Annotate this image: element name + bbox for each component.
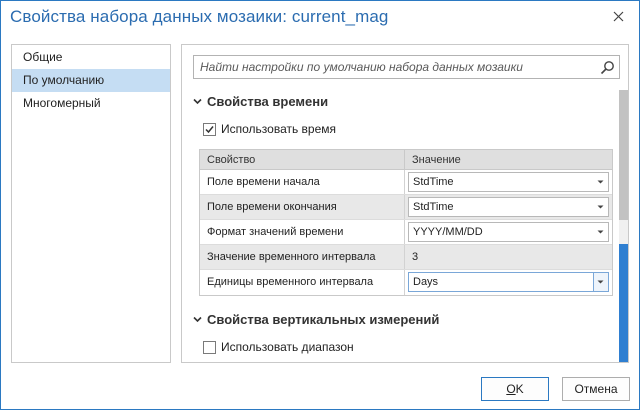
- value-cell[interactable]: 3: [405, 245, 612, 269]
- value-cell: YYYY/MM/DD: [405, 220, 612, 244]
- property-time-format: Формат значений времени: [200, 220, 405, 244]
- search-box: [193, 55, 620, 79]
- value-cell: StdTime: [405, 195, 612, 219]
- dropdown-arrow-icon: [597, 180, 604, 184]
- property-end-time-field: Поле времени окончания: [200, 195, 405, 219]
- end-time-field-value: StdTime: [413, 201, 454, 213]
- end-time-field-select[interactable]: StdTime: [408, 197, 609, 217]
- use-range-label: Использовать диапазон: [221, 340, 354, 354]
- settings-pane: Свойства времени Использовать время Свой…: [181, 44, 629, 363]
- ok-label-rest: K: [515, 382, 524, 396]
- grid-header: Свойство Значение: [200, 150, 612, 170]
- nav-item-defaults[interactable]: По умолчанию: [12, 69, 170, 92]
- scrollbar-track-upper: [619, 90, 628, 220]
- table-row: Формат значений времени YYYY/MM/DD: [200, 220, 612, 245]
- ok-button[interactable]: OK: [481, 377, 549, 401]
- time-interval-units-select[interactable]: Days: [408, 272, 609, 292]
- dropdown-arrow-icon: [597, 280, 604, 284]
- property-time-interval-units: Единицы временного интервала: [200, 270, 405, 295]
- property-start-time-field: Поле времени начала: [200, 170, 405, 194]
- value-cell: Days: [405, 270, 612, 295]
- table-row: Значение временного интервала 3: [200, 245, 612, 270]
- use-range-checkbox-row[interactable]: Использовать диапазон: [203, 338, 354, 356]
- grid-header-value: Значение: [412, 154, 461, 166]
- chevron-down-icon: [193, 98, 202, 104]
- time-section-title: Свойства времени: [207, 93, 329, 109]
- use-time-checkbox[interactable]: [203, 122, 216, 136]
- dropdown-arrow-icon: [597, 230, 604, 234]
- settings-nav: Общие По умолчанию Многомерный: [11, 44, 171, 363]
- dialog-title: Свойства набора данных мозаики: current_…: [10, 7, 389, 26]
- property-time-interval: Значение временного интервала: [200, 245, 405, 269]
- value-cell: StdTime: [405, 170, 612, 194]
- search-input[interactable]: [194, 56, 594, 78]
- time-section-header[interactable]: Свойства времени: [192, 91, 328, 111]
- close-button[interactable]: [605, 5, 631, 27]
- nav-item-multidimensional[interactable]: Многомерный: [12, 92, 170, 115]
- time-interval-value[interactable]: 3: [405, 245, 612, 270]
- nav-item-general[interactable]: Общие: [12, 46, 170, 69]
- checkmark-icon: [205, 125, 214, 133]
- pane-scrollbar[interactable]: [619, 90, 628, 362]
- time-format-value: YYYY/MM/DD: [413, 226, 483, 238]
- vertical-section-header[interactable]: Свойства вертикальных измерений: [192, 309, 439, 329]
- table-row: Поле времени начала StdTime: [200, 170, 612, 195]
- time-interval-units-value: Days: [413, 276, 439, 288]
- use-range-checkbox[interactable]: [203, 340, 216, 354]
- ok-accelerator: O: [506, 382, 516, 396]
- dialog-window: Свойства набора данных мозаики: current_…: [0, 0, 640, 410]
- use-time-label: Использовать время: [221, 122, 337, 136]
- start-time-field-value: StdTime: [413, 176, 454, 188]
- use-time-checkbox-row[interactable]: Использовать время: [203, 120, 336, 138]
- dropdown-arrow-icon: [597, 205, 604, 209]
- table-row: Единицы временного интервала Days: [200, 270, 612, 295]
- start-time-field-select[interactable]: StdTime: [408, 172, 609, 192]
- table-row: Поле времени окончания StdTime: [200, 195, 612, 220]
- scrollbar-thumb[interactable]: [619, 244, 628, 362]
- vertical-section-title: Свойства вертикальных измерений: [207, 311, 440, 327]
- time-format-select[interactable]: YYYY/MM/DD: [408, 222, 609, 242]
- chevron-down-icon: [193, 316, 202, 322]
- grid-header-property: Свойство: [200, 150, 405, 169]
- time-properties-grid: Свойство Значение Поле времени начала St…: [199, 149, 613, 296]
- title-bar: Свойства набора данных мозаики: current_…: [1, 1, 639, 35]
- cancel-button[interactable]: Отмена: [562, 377, 630, 401]
- close-icon: [613, 11, 623, 21]
- search-icon[interactable]: [600, 60, 615, 75]
